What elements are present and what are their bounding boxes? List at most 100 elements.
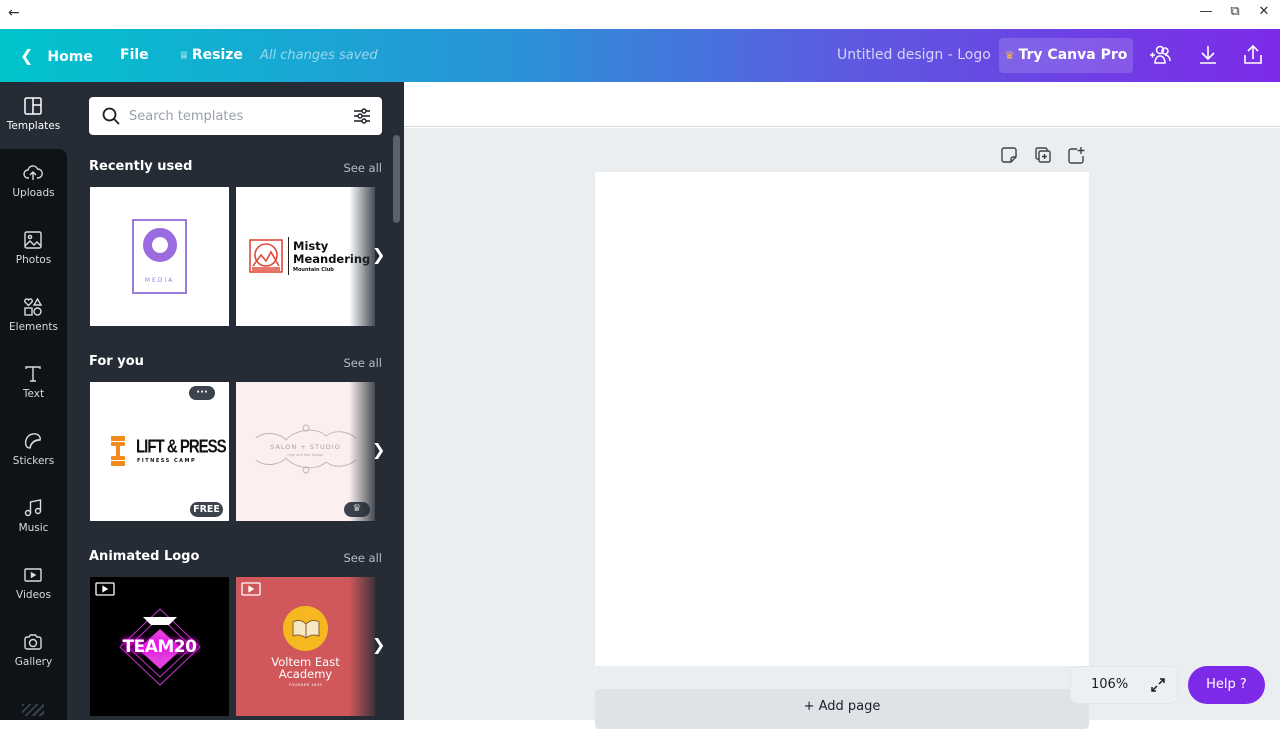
sidebar-item-text[interactable]: Text — [0, 350, 67, 417]
sidebar-item-music[interactable]: Music — [0, 484, 67, 551]
crown-icon: ♛ — [1004, 49, 1015, 62]
scroll-right-chevron-icon[interactable]: ❯ — [372, 440, 385, 459]
pro-crown-badge: ♛ — [344, 502, 370, 517]
scroll-right-chevron-icon[interactable]: ❯ — [372, 245, 385, 264]
sidebar-item-templates[interactable]: Templates — [0, 82, 67, 149]
sidebar-item-stickers[interactable]: Stickers — [0, 417, 67, 484]
crown-icon: ♛ — [352, 503, 362, 514]
media-logo: MEDIA — [132, 219, 187, 294]
music-note-icon — [24, 499, 42, 517]
panel-scrollbar[interactable] — [393, 135, 400, 223]
home-button[interactable]: ❮ Home — [20, 29, 93, 82]
sidebar-item-label: Uploads — [12, 187, 55, 199]
logo-text-line: FOUNDED 1895 — [288, 683, 323, 687]
search-templates-input[interactable] — [129, 97, 339, 135]
chevron-left-icon: ❮ — [20, 46, 34, 65]
sidebar-item-uploads[interactable]: Uploads — [0, 149, 67, 216]
logo-text-line: LIFT & PRESS — [136, 436, 227, 458]
back-arrow-icon[interactable]: ← — [8, 5, 20, 21]
logo-text-line: high end hair design — [287, 453, 324, 457]
media-logo-text: MEDIA — [144, 277, 175, 284]
sidebar-item-label: Gallery — [14, 656, 53, 668]
share-icon[interactable] — [1240, 42, 1266, 68]
logo-text-line: Misty — [293, 239, 329, 253]
context-toolbar — [404, 82, 1280, 127]
free-badge: FREE — [190, 502, 223, 517]
close-icon[interactable]: ✕ — [1254, 4, 1274, 19]
template-thumbnail[interactable]: SALON + STUDIO high end hair design ♛ — [236, 382, 375, 521]
scroll-right-chevron-icon[interactable]: ❯ — [372, 635, 385, 654]
sidebar-item-label: Music — [18, 522, 49, 534]
sidebar-item-label: Videos — [16, 589, 51, 601]
video-badge-icon — [241, 582, 261, 596]
save-status: All changes saved — [260, 48, 378, 63]
design-title[interactable]: Untitled design - Logo — [837, 29, 991, 82]
search-icon — [102, 107, 120, 125]
sidebar-item-gallery[interactable]: Gallery — [0, 618, 67, 685]
crown-icon: ♕ — [179, 49, 189, 62]
sidebar-item-elements[interactable]: Elements — [0, 283, 67, 350]
video-badge-icon — [95, 582, 115, 596]
template-thumbnail[interactable]: MEDIA — [90, 187, 229, 326]
editor-header: ❮ Home File ♕ Resize All changes saved Unt… — [0, 29, 1280, 82]
logo-divider — [288, 237, 289, 275]
text-icon — [25, 366, 41, 382]
see-all-for-you[interactable]: See all — [343, 356, 382, 370]
template-thumbnail[interactable]: Misty Meandering Mountain Club — [236, 187, 375, 326]
more-options-button[interactable]: ··· — [189, 386, 215, 400]
duplicate-page-icon[interactable] — [1033, 145, 1053, 165]
logo-text-line: FITNESS CAMP — [137, 458, 197, 464]
section-title-recently-used: Recently used — [89, 159, 193, 174]
notes-icon[interactable] — [999, 145, 1019, 165]
zoom-level[interactable]: 106% — [1091, 677, 1128, 692]
image-icon — [24, 231, 42, 249]
templates-panel: Recently used See all MEDIA Misty Meande… — [67, 82, 404, 720]
resize-button[interactable]: ♕ Resize — [179, 29, 243, 82]
shapes-icon — [24, 297, 43, 316]
filter-icon[interactable] — [352, 106, 372, 126]
logo-text-line: Mountain Club — [293, 267, 334, 273]
sidebar-item-label: Photos — [15, 254, 52, 266]
upload-cloud-icon — [23, 165, 43, 180]
more-items-indicator[interactable] — [22, 704, 44, 716]
logo-text-line: Academy — [278, 667, 333, 681]
add-page-icon[interactable] — [1066, 145, 1086, 165]
search-box[interactable] — [89, 97, 382, 135]
sidebar-item-label: Text — [22, 388, 45, 400]
camera-icon — [24, 634, 42, 650]
zoom-control: 106% — [1070, 666, 1178, 704]
file-menu-button[interactable]: File — [120, 29, 149, 82]
template-thumbnail[interactable]: Voltem East Academy FOUNDED 1895 — [236, 577, 375, 716]
template-thumbnail[interactable]: LIFT & PRESS FITNESS CAMP ··· FREE — [90, 382, 229, 521]
sidebar-item-label: Stickers — [12, 455, 55, 467]
sidebar-item-photos[interactable]: Photos — [0, 216, 67, 283]
add-people-icon[interactable] — [1148, 42, 1174, 68]
video-icon — [24, 568, 42, 582]
see-all-recently-used[interactable]: See all — [343, 161, 382, 175]
sidebar-item-label: Elements — [9, 321, 58, 333]
help-button[interactable]: Help ? — [1188, 666, 1265, 704]
try-pro-button[interactable]: ♛ Try Canva Pro — [999, 38, 1133, 73]
logo-text-line: Meandering — [293, 252, 371, 266]
fullscreen-icon[interactable] — [1149, 676, 1167, 694]
open-book-icon — [292, 619, 320, 639]
logo-text-line: SALON + STUDIO — [270, 443, 341, 451]
templates-icon — [24, 97, 42, 115]
restore-icon[interactable]: ⧉ — [1225, 4, 1245, 19]
see-all-animated-logo[interactable]: See all — [343, 551, 382, 565]
section-title-animated-logo: Animated Logo — [89, 549, 200, 564]
template-thumbnail[interactable]: TEAM20 — [90, 577, 229, 716]
download-icon[interactable] — [1195, 42, 1221, 68]
design-page[interactable] — [595, 172, 1089, 666]
side-navigation: Templates Uploads Photos Elements Text S… — [0, 82, 67, 720]
sidebar-item-label: Templates — [6, 120, 61, 132]
section-title-for-you: For you — [89, 354, 144, 369]
logo-text-line: TEAM20 — [122, 637, 197, 657]
dumbbell-icon — [111, 436, 125, 466]
media-logo-ring — [143, 228, 177, 262]
book-emblem — [283, 606, 328, 651]
mountain-logo-icon — [249, 239, 283, 273]
minimize-icon[interactable]: — — [1196, 4, 1216, 19]
add-page-button[interactable]: + Add page — [595, 689, 1089, 729]
sidebar-item-videos[interactable]: Videos — [0, 551, 67, 618]
